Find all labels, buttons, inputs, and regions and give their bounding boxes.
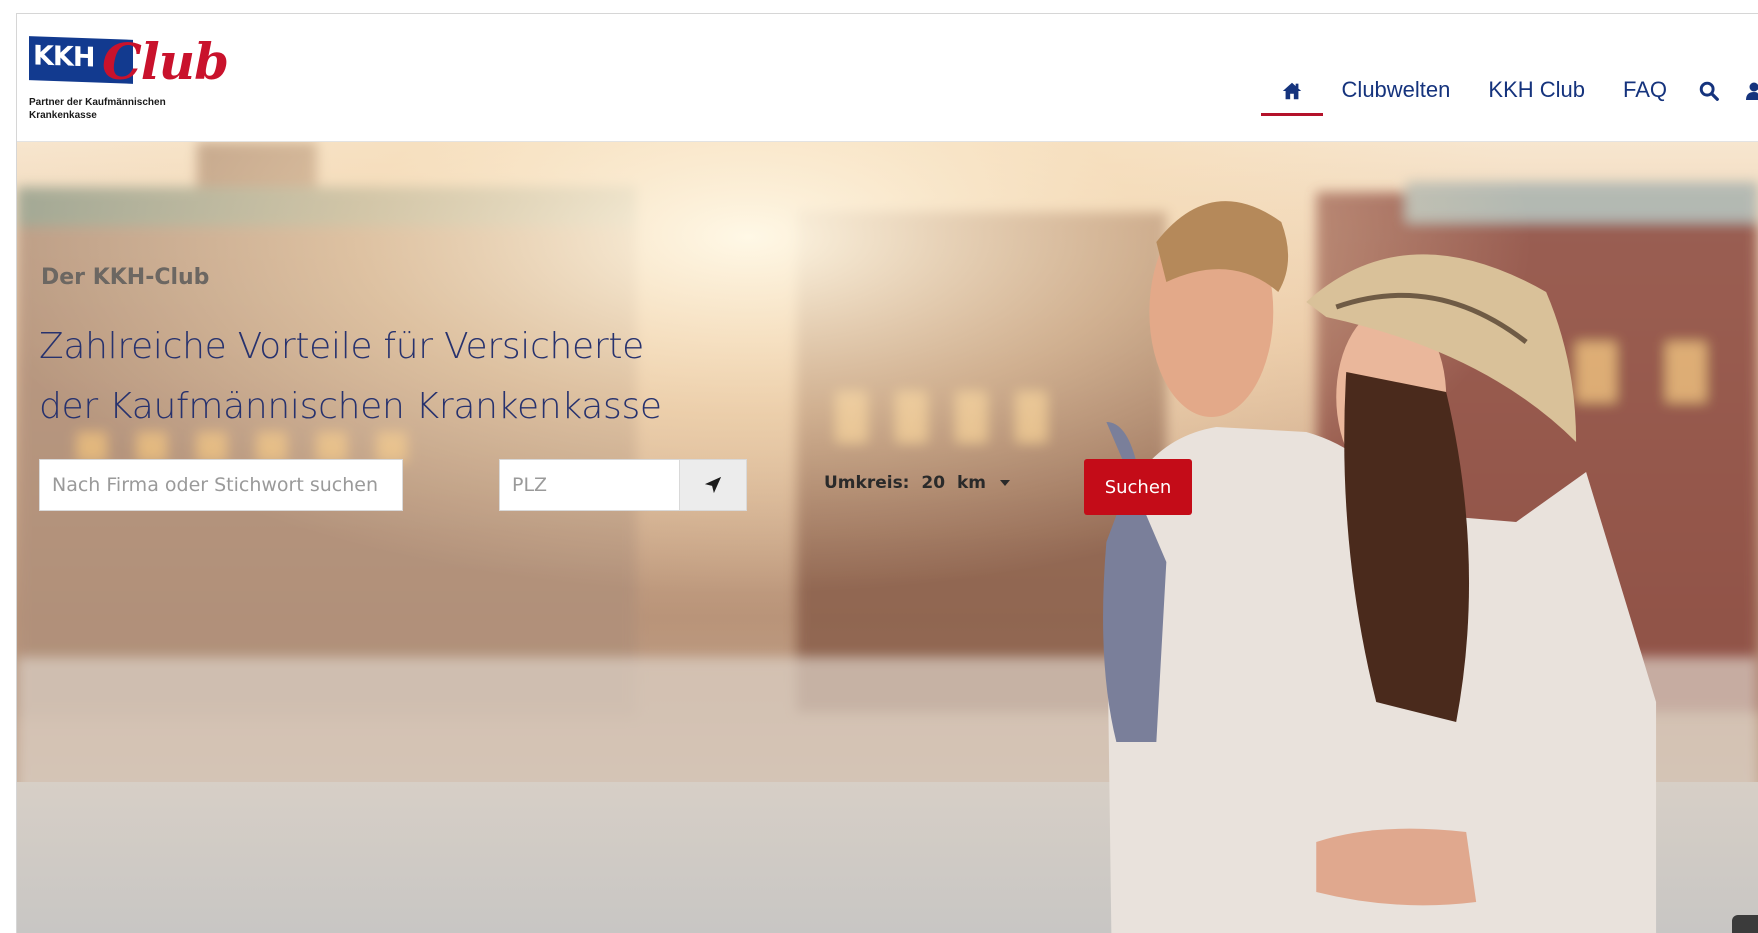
site-header: KKH Club Partner der Kaufmännischen Kran… bbox=[17, 14, 1758, 142]
nav-kkh-club[interactable]: KKH Club bbox=[1469, 64, 1604, 116]
search-submit-button[interactable]: Suchen bbox=[1084, 459, 1192, 515]
logo-tagline-line1: Partner der Kaufmännischen bbox=[29, 97, 166, 108]
location-arrow-icon bbox=[704, 476, 722, 494]
logo-tagline: Partner der Kaufmännischen Krankenkasse bbox=[29, 96, 229, 122]
kkh-club-logo[interactable]: KKH Club Partner der Kaufmännischen Kran… bbox=[29, 32, 229, 128]
browser-viewport: KKH Club Partner der Kaufmännischen Kran… bbox=[16, 13, 1758, 933]
search-icon bbox=[1699, 81, 1719, 102]
hero-banner: Der KKH-Club Zahlreiche Vorteile für Ver… bbox=[17, 142, 1758, 933]
main-navigation: Clubwelten KKH Club FAQ bbox=[1260, 64, 1758, 116]
radius-dropdown[interactable]: Umkreis: 20 km bbox=[824, 473, 1010, 493]
nav-home[interactable] bbox=[1260, 64, 1323, 116]
hero-headline: Zahlreiche Vorteile für Versicherte der … bbox=[39, 317, 839, 437]
nav-clubwelten[interactable]: Clubwelten bbox=[1323, 64, 1470, 116]
home-icon bbox=[1282, 82, 1301, 100]
hero-headline-line1: Zahlreiche Vorteile für Versicherte bbox=[39, 326, 645, 367]
nav-search[interactable] bbox=[1686, 64, 1732, 116]
plz-input[interactable] bbox=[499, 459, 680, 511]
nav-faq[interactable]: FAQ bbox=[1604, 64, 1686, 116]
user-icon bbox=[1746, 82, 1758, 101]
chevron-down-icon bbox=[999, 480, 1010, 486]
scroll-corner-handle[interactable] bbox=[1732, 915, 1758, 933]
hero-eyebrow: Der KKH-Club bbox=[41, 265, 210, 290]
radius-value: 20 bbox=[921, 473, 946, 493]
nav-user[interactable] bbox=[1732, 64, 1758, 116]
logo-club-script: Club bbox=[102, 32, 229, 91]
locate-me-button[interactable] bbox=[679, 459, 747, 511]
keyword-search-input[interactable] bbox=[39, 459, 403, 511]
radius-unit: km bbox=[957, 473, 987, 493]
hero-headline-line2: der Kaufmännischen Krankenkasse bbox=[39, 386, 662, 427]
logo-tagline-line2: Krankenkasse bbox=[29, 110, 97, 121]
hero-content: Der KKH-Club Zahlreiche Vorteile für Ver… bbox=[17, 142, 1758, 933]
radius-label: Umkreis: bbox=[824, 473, 910, 493]
